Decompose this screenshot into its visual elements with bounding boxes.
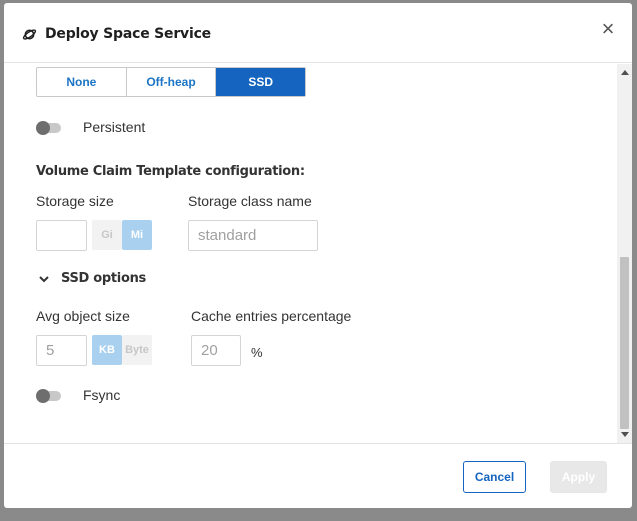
dialog-body: None Off-heap SSD Persistent Volume Clai… — [4, 64, 632, 443]
size-unit-selector: KB Byte — [92, 335, 152, 365]
size-unit-byte[interactable]: Byte — [122, 335, 152, 365]
persistent-toggle[interactable] — [36, 121, 61, 135]
cache-entries-label: Cache entries percentage — [191, 308, 352, 324]
storage-class-label: Storage class name — [188, 193, 312, 209]
volume-claim-title: Volume Claim Template configuration: — [36, 164, 305, 179]
memory-mode-none[interactable]: None — [37, 68, 127, 96]
cancel-button[interactable]: Cancel — [463, 461, 526, 493]
storage-size-label: Storage size — [36, 193, 114, 209]
scroll-up-icon[interactable] — [621, 70, 629, 75]
dialog-header: Deploy Space Service × — [4, 3, 632, 63]
avg-object-size-label: Avg object size — [36, 308, 130, 324]
memory-mode-selector: None Off-heap SSD — [36, 67, 306, 97]
memory-mode-ssd[interactable]: SSD — [216, 68, 306, 96]
apply-button[interactable]: Apply — [550, 461, 607, 493]
storage-unit-mi[interactable]: Mi — [122, 220, 152, 250]
avg-object-size-input[interactable]: 5 — [36, 335, 87, 366]
storage-unit-gi[interactable]: Gi — [92, 220, 122, 250]
close-icon[interactable]: × — [599, 18, 617, 40]
planet-icon — [22, 27, 37, 42]
dialog-title: Deploy Space Service — [45, 26, 211, 42]
chevron-down-icon[interactable] — [37, 272, 51, 286]
vertical-scrollbar[interactable] — [617, 64, 632, 443]
ssd-options-title[interactable]: SSD options — [61, 271, 146, 286]
scroll-down-icon[interactable] — [621, 432, 629, 437]
storage-unit-selector: Gi Mi — [92, 220, 152, 250]
storage-size-input[interactable] — [36, 220, 87, 251]
dialog-footer: Cancel Apply — [4, 443, 632, 508]
scrollbar-thumb[interactable] — [620, 257, 629, 429]
cache-entries-input[interactable]: 20 — [191, 335, 241, 366]
fsync-toggle[interactable] — [36, 389, 61, 403]
fsync-label: Fsync — [83, 387, 121, 403]
size-unit-kb[interactable]: KB — [92, 335, 122, 365]
deploy-space-service-dialog: Deploy Space Service × None Off-heap SSD… — [4, 3, 632, 508]
storage-class-input[interactable]: standard — [188, 220, 318, 251]
persistent-label: Persistent — [83, 119, 146, 135]
memory-mode-off-heap[interactable]: Off-heap — [127, 68, 217, 96]
cache-unit-label: % — [251, 345, 263, 360]
